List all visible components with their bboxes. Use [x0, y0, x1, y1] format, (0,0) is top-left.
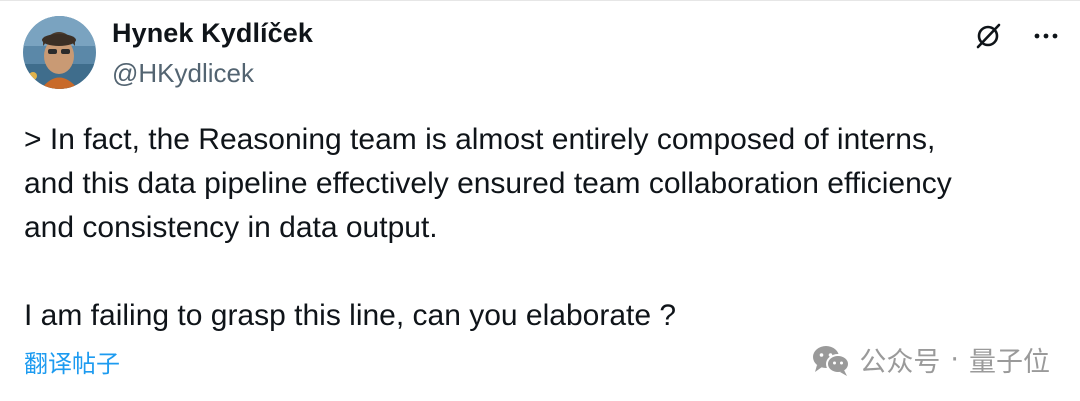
watermark-name: 量子位	[969, 347, 1050, 378]
avatar[interactable]	[23, 16, 96, 89]
translate-post-link[interactable]: 翻译帖子	[24, 344, 120, 379]
tweet-text: > In fact, the Reasoning team is almost …	[24, 118, 1064, 338]
watermark: 公众号 · 量子位	[811, 340, 1050, 379]
tweet-line: and this data pipeline effectively ensur…	[24, 167, 952, 200]
top-divider	[0, 0, 1080, 1]
watermark-separator: ·	[950, 344, 959, 375]
wechat-icon	[813, 345, 851, 376]
header-actions	[970, 18, 1064, 54]
more-icon[interactable]	[1028, 18, 1064, 54]
tweet-paragraph-gap	[24, 250, 1064, 294]
grok-icon[interactable]	[970, 18, 1006, 54]
tweet-line: and consistency in data output.	[24, 211, 438, 244]
tweet-line: > In fact, the Reasoning team is almost …	[24, 123, 936, 156]
tweet-line: I am failing to grasp this line, can you…	[24, 299, 677, 332]
author-handle[interactable]: @HKydlicek	[112, 58, 254, 89]
avatar-image	[23, 16, 96, 89]
watermark-brand: 公众号	[859, 347, 941, 378]
author-name[interactable]: Hynek Kydlíček	[112, 18, 313, 49]
